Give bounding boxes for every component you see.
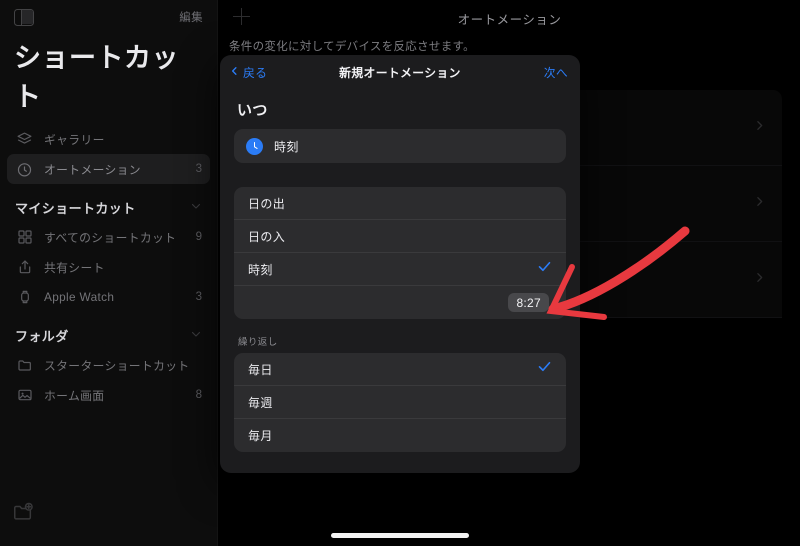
modal-title: 新規オートメーション bbox=[339, 65, 461, 80]
sidebar-edit-button[interactable]: 編集 bbox=[179, 9, 203, 25]
sidebar-item-apple-watch[interactable]: Apple Watch 3 bbox=[7, 282, 210, 312]
sidebar-item-count: 9 bbox=[195, 231, 202, 243]
sidebar-item-label: スターターショートカット bbox=[44, 358, 190, 373]
next-button[interactable]: 次へ bbox=[544, 64, 580, 81]
option-label: 毎週 bbox=[248, 395, 273, 410]
sidebar: 編集 ショートカット ギャラリー オートメーション 3 マイショートカット すべ… bbox=[0, 0, 218, 546]
repeat-options-card: 毎日 毎週 毎月 bbox=[234, 353, 566, 452]
page-title: オートメーション bbox=[457, 13, 562, 27]
clock-badge-icon bbox=[15, 160, 34, 179]
option-time-of-day[interactable]: 時刻 bbox=[234, 253, 566, 286]
grid-icon bbox=[15, 228, 34, 247]
trigger-label: 時刻 bbox=[274, 139, 299, 154]
folder-icon bbox=[15, 356, 34, 375]
sidebar-item-count: 3 bbox=[195, 291, 202, 303]
layers-icon bbox=[15, 130, 34, 149]
sidebar-item-label: すべてのショートカット bbox=[44, 230, 177, 245]
option-sunset[interactable]: 日の入 bbox=[234, 220, 566, 253]
option-daily[interactable]: 毎日 bbox=[234, 353, 566, 386]
home-indicator bbox=[331, 533, 469, 538]
option-label: 日の出 bbox=[248, 196, 286, 211]
sidebar-item-label: 共有シート bbox=[44, 260, 105, 275]
option-label: 毎月 bbox=[248, 429, 273, 443]
sidebar-title: ショートカット bbox=[14, 43, 179, 112]
sidebar-toggle-icon[interactable] bbox=[14, 8, 34, 26]
new-folder-button[interactable] bbox=[12, 501, 34, 528]
modal-body: いつ 時刻 日の出 日の入 時刻 8:27 繰り返し 毎日 毎週 毎月 bbox=[220, 99, 580, 452]
option-monthly[interactable]: 毎月 bbox=[234, 419, 566, 452]
sidebar-item-label: ギャラリー bbox=[44, 132, 105, 147]
page-subtitle: 条件の変化に対してデバイスを反応させます。 bbox=[229, 41, 475, 53]
sidebar-item-label: Apple Watch bbox=[44, 290, 115, 304]
checkmark-icon bbox=[537, 259, 552, 279]
sidebar-section-my-shortcuts[interactable]: マイショートカット bbox=[0, 184, 217, 222]
folder-plus-icon bbox=[12, 502, 34, 527]
option-label: 毎日 bbox=[248, 362, 273, 377]
chevron-left-icon bbox=[229, 64, 240, 81]
back-button[interactable]: 戻る bbox=[220, 64, 267, 81]
option-sunrise[interactable]: 日の出 bbox=[234, 187, 566, 220]
chevron-right-icon bbox=[753, 195, 766, 213]
time-value-chip[interactable]: 8:27 bbox=[508, 293, 549, 312]
sidebar-item-label: ホーム画面 bbox=[44, 388, 105, 403]
sidebar-item-count: 3 bbox=[195, 163, 202, 175]
sidebar-topbar: 編集 bbox=[0, 0, 217, 34]
watch-icon bbox=[15, 288, 34, 307]
modal-navbar: 戻る 新規オートメーション 次へ bbox=[220, 55, 580, 89]
sidebar-item-home-screen[interactable]: ホーム画面 8 bbox=[7, 380, 210, 410]
sidebar-item-count: 8 bbox=[195, 389, 202, 401]
trigger-row-time[interactable]: 時刻 bbox=[234, 129, 566, 163]
sidebar-item-starter-shortcuts[interactable]: スターターショートカット bbox=[7, 350, 210, 380]
sidebar-section-label: マイショートカット bbox=[15, 201, 136, 216]
chevron-right-icon bbox=[753, 119, 766, 137]
content-topbar: オートメーション bbox=[219, 0, 800, 34]
time-options-card: 日の出 日の入 時刻 8:27 bbox=[234, 187, 566, 319]
sidebar-section-folders[interactable]: フォルダ bbox=[0, 312, 217, 350]
sidebar-item-automation[interactable]: オートメーション 3 bbox=[7, 154, 210, 184]
ipad-shortcuts-screen: 編集 ショートカット ギャラリー オートメーション 3 マイショートカット すべ… bbox=[0, 0, 800, 546]
photo-icon bbox=[15, 386, 34, 405]
chevron-down-icon[interactable] bbox=[190, 327, 202, 345]
repeat-label: 繰り返し bbox=[238, 337, 278, 348]
share-icon bbox=[15, 258, 34, 277]
sidebar-item-label: オートメーション bbox=[44, 162, 141, 177]
chevron-right-icon bbox=[753, 271, 766, 289]
option-weekly[interactable]: 毎週 bbox=[234, 386, 566, 419]
option-label: 日の入 bbox=[248, 229, 286, 244]
new-automation-modal: 戻る 新規オートメーション 次へ いつ 時刻 日の出 日の入 時刻 8:27 繰… bbox=[220, 55, 580, 473]
time-value-row[interactable]: 8:27 bbox=[234, 286, 566, 319]
option-label: 時刻 bbox=[248, 262, 273, 277]
checkmark-icon bbox=[537, 359, 552, 379]
trigger-card: 時刻 bbox=[234, 129, 566, 163]
when-heading: いつ bbox=[237, 102, 268, 119]
back-button-label: 戻る bbox=[243, 65, 268, 80]
chevron-down-icon[interactable] bbox=[190, 199, 202, 217]
sidebar-item-share-sheet[interactable]: 共有シート bbox=[7, 252, 210, 282]
sidebar-section-label: フォルダ bbox=[15, 329, 69, 344]
sidebar-item-gallery[interactable]: ギャラリー bbox=[7, 124, 210, 154]
sidebar-item-all-shortcuts[interactable]: すべてのショートカット 9 bbox=[7, 222, 210, 252]
clock-icon bbox=[246, 137, 263, 155]
